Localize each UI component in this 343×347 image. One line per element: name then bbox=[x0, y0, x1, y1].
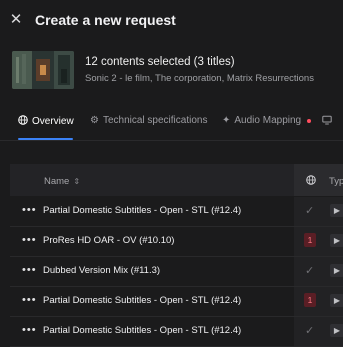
selection-subtitle: Sonic 2 - le film, The corporation, Matr… bbox=[85, 73, 314, 84]
row-name: Partial Domestic Subtitles - Open - STL … bbox=[43, 205, 242, 216]
issue-badge[interactable]: 1 bbox=[304, 293, 316, 307]
more-options-icon[interactable]: ••• bbox=[22, 325, 37, 336]
gear-icon: ⚙ bbox=[90, 114, 99, 126]
tab-label: Overview bbox=[32, 116, 74, 127]
tab-label: Technical specifications bbox=[102, 115, 208, 126]
more-options-icon[interactable]: ••• bbox=[22, 265, 37, 276]
check-icon: ✓ bbox=[305, 325, 315, 337]
monitor-icon bbox=[322, 115, 332, 128]
video-type-icon: ▶ bbox=[330, 294, 343, 307]
tab-monitor[interactable] bbox=[322, 115, 332, 128]
page-title: Create a new request bbox=[35, 12, 176, 28]
active-tab-indicator bbox=[18, 138, 73, 140]
tab-label: Audio Mapping bbox=[234, 115, 302, 126]
table-row[interactable]: ••• ProRes HD OAR - OV (#10.10) 1 ▶ bbox=[10, 227, 343, 257]
selection-title: 12 contents selected (3 titles) bbox=[85, 56, 235, 68]
content-thumbnail bbox=[12, 51, 74, 89]
table-row[interactable]: ••• Partial Domestic Subtitles - Open - … bbox=[10, 287, 343, 317]
row-name: Dubbed Version Mix (#11.3) bbox=[43, 265, 161, 276]
issue-badge[interactable]: 1 bbox=[304, 233, 316, 247]
globe-icon bbox=[306, 175, 316, 188]
check-icon: ✓ bbox=[305, 265, 315, 277]
tab-audio-mapping[interactable]: ✦ Audio Mapping bbox=[222, 114, 312, 126]
close-icon[interactable]: ✕ bbox=[9, 12, 23, 27]
more-options-icon[interactable]: ••• bbox=[22, 205, 37, 216]
diamond-icon: ✦ bbox=[222, 114, 231, 126]
tab-overview[interactable]: Overview bbox=[18, 115, 74, 128]
column-label: Name bbox=[44, 176, 70, 187]
video-type-icon: ▶ bbox=[330, 264, 343, 277]
more-options-icon[interactable]: ••• bbox=[22, 295, 37, 306]
row-name: Partial Domestic Subtitles - Open - STL … bbox=[43, 325, 242, 336]
tab-technical-specifications[interactable]: ⚙ Technical specifications bbox=[90, 115, 207, 126]
column-header-type[interactable]: Typ bbox=[329, 176, 343, 187]
table-row[interactable]: ••• Partial Domestic Subtitles - Open - … bbox=[10, 197, 343, 227]
modal-header: ✕ Create a new request bbox=[0, 0, 343, 44]
globe-icon bbox=[18, 115, 28, 128]
video-type-icon: ▶ bbox=[330, 234, 343, 247]
check-icon: ✓ bbox=[305, 205, 315, 217]
video-type-icon: ▶ bbox=[330, 204, 343, 217]
column-header-name[interactable]: Name ⇕ bbox=[44, 176, 80, 187]
sort-icon[interactable]: ⇕ bbox=[73, 177, 80, 186]
more-options-icon[interactable]: ••• bbox=[22, 235, 37, 246]
row-name: ProRes HD OAR - OV (#10.10) bbox=[43, 235, 175, 246]
alert-dot bbox=[307, 118, 312, 123]
row-name: Partial Domestic Subtitles - Open - STL … bbox=[43, 295, 242, 306]
table-row[interactable]: ••• Dubbed Version Mix (#11.3) ✓ ▶ bbox=[10, 257, 343, 287]
video-type-icon: ▶ bbox=[330, 324, 343, 337]
